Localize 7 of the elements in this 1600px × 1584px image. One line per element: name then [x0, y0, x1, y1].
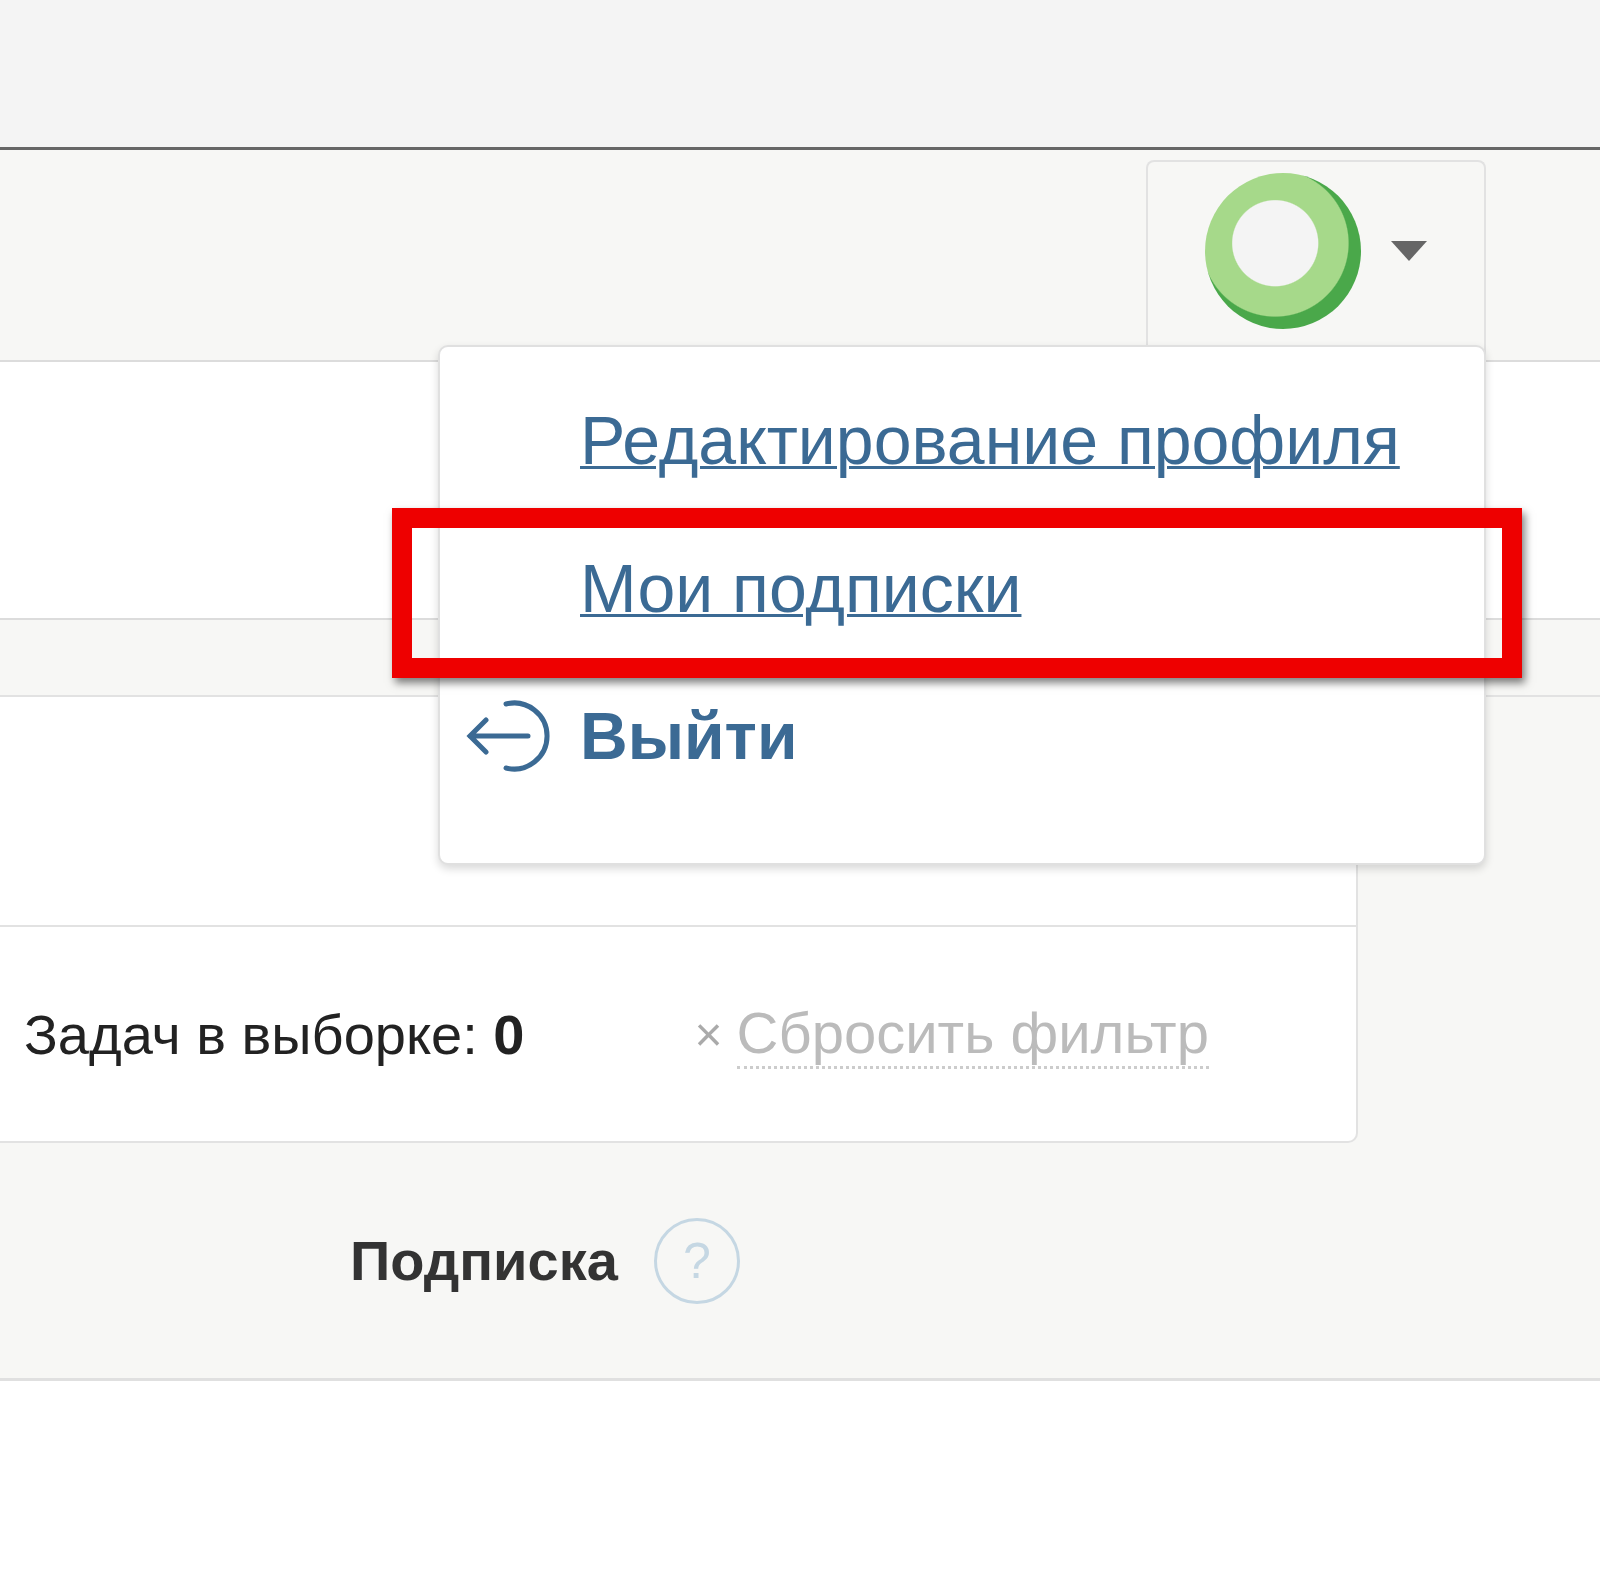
- task-count: Задач в выборке: 0: [24, 1001, 525, 1067]
- column-header: Подписка: [350, 1228, 618, 1293]
- menu-link[interactable]: Редактирование профиля: [580, 401, 1400, 479]
- reset-icon: ×: [694, 1006, 723, 1062]
- menu-link[interactable]: Мои подписки: [580, 549, 1022, 627]
- caret-icon: [1391, 241, 1427, 261]
- logout-link[interactable]: Выйти: [580, 698, 798, 774]
